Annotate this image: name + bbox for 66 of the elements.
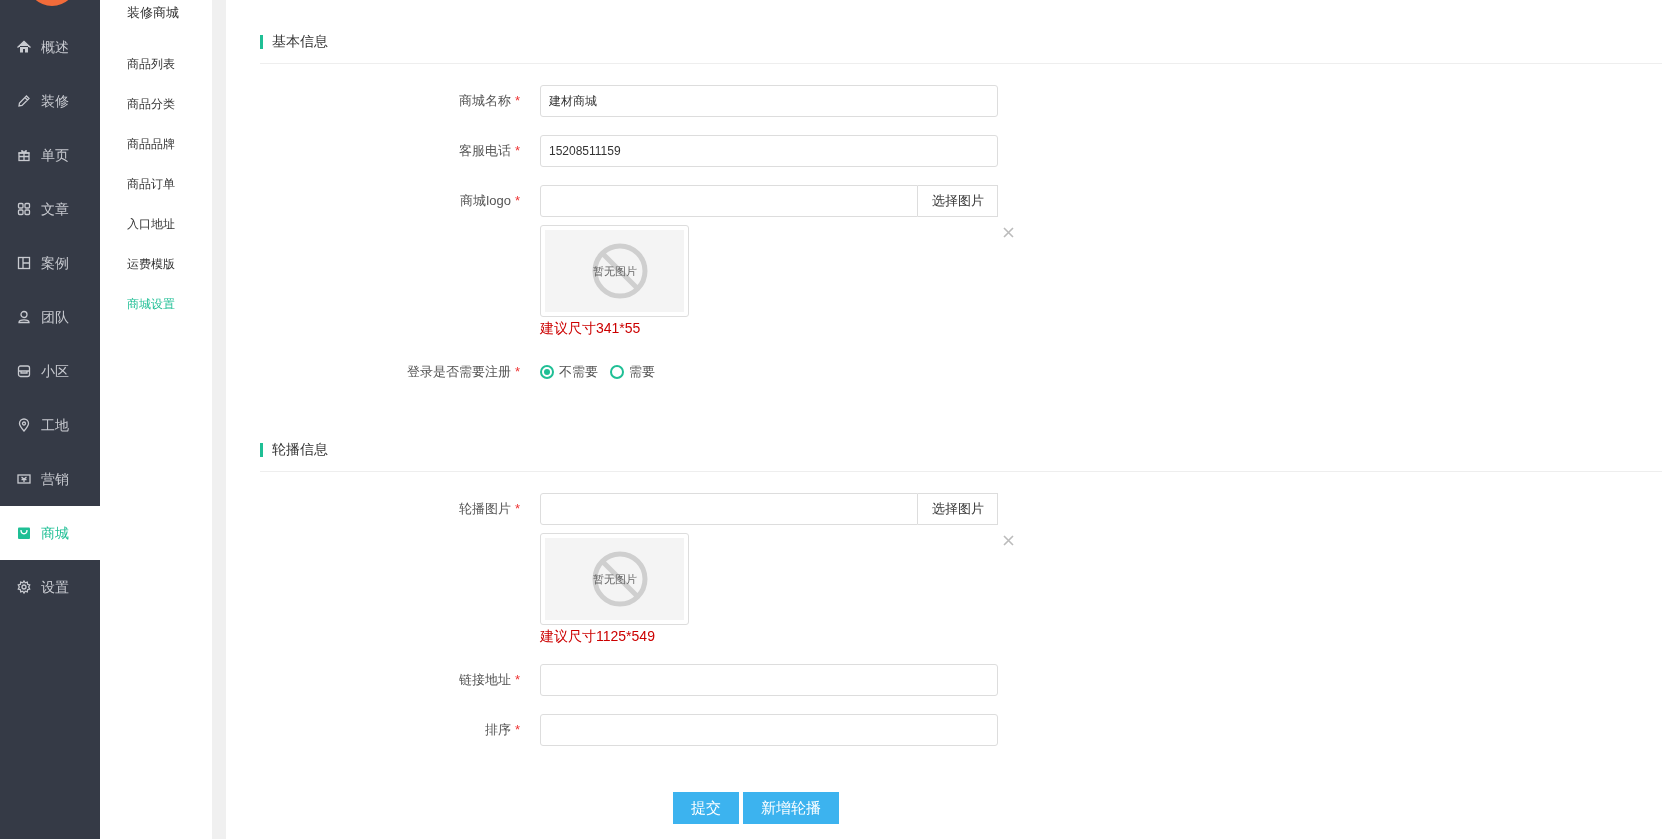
sidebar-item[interactable]: 营销 xyxy=(0,452,100,506)
grid-icon xyxy=(17,202,31,216)
store-icon xyxy=(17,364,31,378)
radio-option[interactable]: 不需要 xyxy=(540,362,598,382)
subnav-item[interactable]: 商品品牌 xyxy=(127,124,212,164)
text-input[interactable] xyxy=(540,664,998,696)
user-icon xyxy=(17,310,31,324)
subnav-title: 装修商城 xyxy=(127,4,180,22)
section-marker xyxy=(260,34,263,49)
radio-button[interactable] xyxy=(610,365,624,379)
no-image-text: 暂无图片 xyxy=(592,571,637,587)
sidebar-item[interactable]: 小区 xyxy=(0,344,100,398)
field-label: 客服电话 xyxy=(458,142,511,161)
field-label: 商城名称 xyxy=(458,92,511,111)
image-path-input[interactable] xyxy=(540,185,918,217)
subnav-item[interactable]: 商品列表 xyxy=(127,44,212,84)
sidebar-item[interactable]: 设置 xyxy=(0,560,100,614)
pencil-icon xyxy=(17,94,31,108)
size-hint: 建议尺寸341*55 xyxy=(540,319,642,338)
sidebar-item[interactable]: 单页 xyxy=(0,128,100,182)
image-path-input[interactable] xyxy=(540,493,918,525)
field-label: 登录是否需要注册 xyxy=(406,363,511,382)
sidebar-item[interactable]: 工地 xyxy=(0,398,100,452)
sidebar-item[interactable]: 案例 xyxy=(0,236,100,290)
sidebar-item[interactable]: 装修 xyxy=(0,74,100,128)
sidebar-item[interactable]: 概述 xyxy=(0,20,100,74)
close-icon[interactable] xyxy=(1003,227,1014,238)
text-input[interactable]: 15208511159 xyxy=(540,135,998,167)
ticket-icon xyxy=(17,472,31,486)
required-mark: * xyxy=(514,142,520,161)
field-label: 轮播图片 xyxy=(458,500,511,519)
required-mark: * xyxy=(514,92,520,111)
text-input[interactable] xyxy=(540,714,998,746)
field-label: 商城logo xyxy=(460,192,511,211)
section-title: 基本信息 xyxy=(272,32,328,51)
required-mark: * xyxy=(514,721,520,740)
sidebar-item[interactable]: 文章 xyxy=(0,182,100,236)
subnav-item[interactable]: 商品分类 xyxy=(127,84,212,124)
field-label: 链接地址 xyxy=(458,671,511,690)
section-marker xyxy=(260,442,263,457)
settings-icon xyxy=(17,580,31,594)
subnav-item[interactable]: 商品订单 xyxy=(127,164,212,204)
text-input[interactable]: 建材商城 xyxy=(540,85,998,117)
required-mark: * xyxy=(514,363,520,382)
radio-option[interactable]: 需要 xyxy=(610,362,655,382)
map-pin-icon xyxy=(17,418,31,432)
radio-button[interactable] xyxy=(540,365,554,379)
gift-icon xyxy=(17,148,31,162)
required-mark: * xyxy=(514,192,520,211)
choose-image-button[interactable]: 选择图片 xyxy=(918,493,998,525)
close-icon[interactable] xyxy=(1003,535,1014,546)
subnav-item[interactable]: 运费模版 xyxy=(127,244,212,284)
home-icon xyxy=(17,40,31,54)
required-mark: * xyxy=(514,671,520,690)
sidebar-item[interactable]: 团队 xyxy=(0,290,100,344)
no-image-text: 暂无图片 xyxy=(592,263,637,279)
required-mark: * xyxy=(514,500,520,519)
no-image-icon xyxy=(592,551,648,607)
no-image-icon xyxy=(592,243,648,299)
section-title: 轮播信息 xyxy=(272,440,328,459)
layout-icon xyxy=(17,256,31,270)
choose-image-button[interactable]: 选择图片 xyxy=(918,185,998,217)
subnav-item[interactable]: 入口地址 xyxy=(127,204,212,244)
size-hint: 建议尺寸1125*549 xyxy=(540,627,656,646)
bag-icon xyxy=(17,526,31,540)
field-label: 排序 xyxy=(484,721,511,740)
